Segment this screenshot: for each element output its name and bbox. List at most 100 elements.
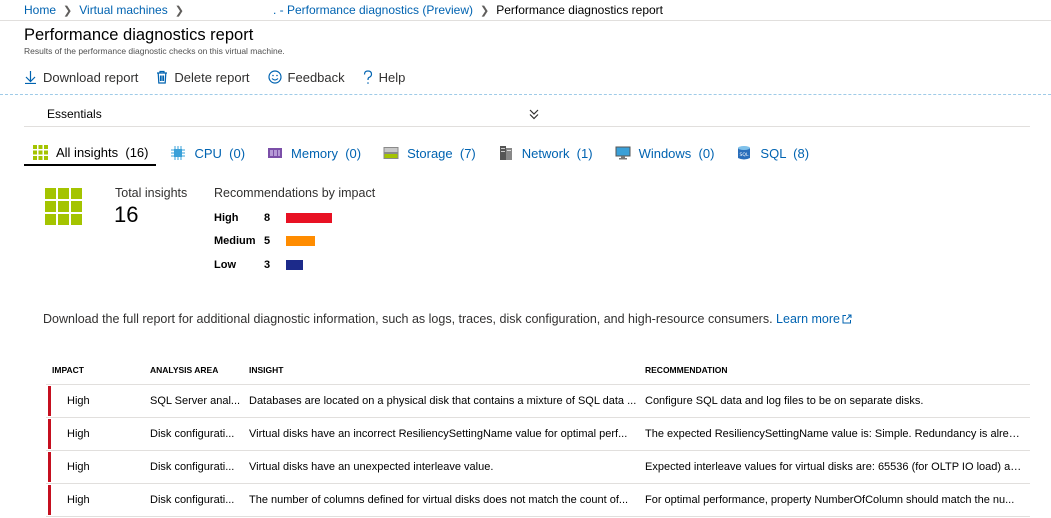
table-row[interactable]: High SQL Server anal... Databases are lo… — [46, 385, 1030, 418]
impact-row-low: Low 3 — [214, 258, 303, 272]
double-chevron-down-icon[interactable] — [528, 107, 540, 121]
breadcrumb-virtual-machines[interactable]: Virtual machines — [79, 3, 168, 17]
high-impact-indicator — [48, 386, 51, 416]
cpu-icon — [170, 145, 186, 161]
impact-bar — [286, 236, 315, 246]
download-report-label: Download report — [43, 69, 139, 85]
cell-impact: High — [67, 461, 90, 473]
cell-recommendation: Configure SQL data and log files to be o… — [645, 395, 924, 407]
table-header: IMPACT ANALYSIS AREA INSIGHT RECOMMENDAT… — [46, 356, 1030, 385]
cell-impact: High — [67, 395, 90, 407]
network-icon — [498, 145, 514, 161]
smiley-icon — [267, 70, 282, 84]
feedback-button[interactable]: Feedback — [267, 69, 345, 85]
impact-count: 3 — [264, 259, 271, 271]
table-row[interactable]: High Disk configurati... Virtual disks h… — [46, 418, 1030, 451]
download-report-button[interactable]: Download report — [24, 70, 138, 85]
column-header-analysis-area[interactable]: ANALYSIS AREA — [150, 365, 249, 375]
cell-analysis-area: Disk configurati... — [150, 494, 235, 506]
high-impact-indicator — [48, 485, 51, 515]
cell-recommendation: The expected ResiliencySettingName value… — [645, 428, 1030, 440]
column-header-recommendation[interactable]: RECOMMENDATION — [645, 365, 1030, 375]
cell-insight: Databases are located on a physical disk… — [249, 395, 637, 407]
impact-row-medium: Medium 5 — [214, 234, 315, 248]
tab-memory[interactable]: Memory (0) — [259, 140, 369, 166]
grid-icon — [32, 144, 48, 160]
cell-recommendation: For optimal performance, property Number… — [645, 494, 1015, 506]
total-insights-label: Total insights — [115, 186, 188, 200]
impact-name: Medium — [214, 235, 256, 247]
header-divider — [0, 20, 1051, 21]
help-label: Help — [378, 69, 406, 85]
tab-sql[interactable]: SQL SQL (8) — [728, 140, 817, 166]
tab-cpu[interactable]: CPU (0) — [162, 140, 253, 166]
cell-insight: Virtual disks have an incorrect Resilien… — [249, 428, 628, 440]
impact-name: Low — [214, 259, 236, 271]
feedback-label: Feedback — [287, 69, 345, 85]
tab-sql-label: SQL (8) — [760, 145, 810, 161]
storage-icon — [383, 145, 399, 161]
cell-recommendation: Expected interleave values for virtual d… — [645, 461, 1030, 473]
high-impact-indicator — [48, 419, 51, 449]
impact-count: 5 — [264, 235, 271, 247]
chevron-right-icon: ❯ — [63, 4, 73, 17]
question-icon — [363, 69, 372, 84]
total-insights-value: 16 — [114, 202, 139, 227]
essentials-divider — [24, 126, 1030, 127]
memory-icon — [267, 145, 283, 161]
toolbar-divider — [0, 94, 1051, 95]
command-bar: Download report Delete report Feedback H… — [24, 67, 423, 87]
table-row[interactable]: High Disk configurati... The number of c… — [46, 484, 1030, 517]
breadcrumb: Home ❯ Virtual machines ❯ . - Performanc… — [24, 2, 663, 18]
tab-all-insights[interactable]: All insights (16) — [24, 140, 157, 166]
impact-bar — [286, 260, 303, 270]
essentials-header[interactable]: Essentials — [47, 107, 102, 121]
breadcrumb-home[interactable]: Home — [24, 3, 56, 17]
impact-row-high: High 8 — [214, 211, 332, 225]
delete-report-label: Delete report — [174, 69, 250, 85]
impact-bar — [286, 213, 332, 223]
tab-all-insights-label: All insights (16) — [56, 144, 149, 160]
cell-analysis-area: Disk configurati... — [150, 428, 235, 440]
impact-name: High — [214, 212, 239, 224]
chevron-right-icon: ❯ — [174, 4, 184, 17]
sql-database-icon: SQL — [736, 145, 752, 161]
column-header-insight[interactable]: INSIGHT — [249, 365, 645, 375]
insight-tabs: All insights (16) CPU (0) Memory (0) Sto… — [24, 140, 823, 166]
page-title: Performance diagnostics report — [24, 26, 254, 44]
breadcrumb-current: Performance diagnostics report — [496, 3, 663, 17]
delete-report-button[interactable]: Delete report — [156, 69, 250, 85]
recommendations-by-impact-title: Recommendations by impact — [214, 186, 376, 200]
tab-network-label: Network (1) — [521, 145, 593, 161]
high-impact-indicator — [48, 452, 51, 482]
tab-windows[interactable]: Windows (0) — [607, 140, 723, 166]
chevron-right-icon: ❯ — [480, 4, 490, 17]
breadcrumb-performance-diagnostics[interactable]: . - Performance diagnostics (Preview) — [273, 3, 473, 17]
tab-windows-label: Windows (0) — [638, 145, 715, 161]
all-insights-grid-icon — [45, 188, 83, 226]
tab-cpu-label: CPU (0) — [194, 145, 246, 161]
cell-analysis-area: SQL Server anal... — [150, 395, 241, 407]
download-description: Download the full report for additional … — [43, 312, 852, 326]
download-description-text: Download the full report for additional … — [43, 312, 773, 326]
insights-table: IMPACT ANALYSIS AREA INSIGHT RECOMMENDAT… — [46, 356, 1030, 517]
external-link-icon — [842, 314, 852, 324]
table-row[interactable]: High Disk configurati... Virtual disks h… — [46, 451, 1030, 484]
cell-insight: The number of columns defined for virtua… — [249, 494, 629, 506]
impact-count: 8 — [264, 212, 271, 224]
download-icon — [25, 71, 36, 84]
cell-impact: High — [67, 428, 90, 440]
monitor-icon — [615, 145, 631, 161]
page-subtitle: Results of the performance diagnostic ch… — [24, 46, 285, 56]
tab-storage[interactable]: Storage (7) — [375, 140, 484, 166]
column-header-impact[interactable]: IMPACT — [46, 365, 150, 375]
tab-memory-label: Memory (0) — [291, 145, 362, 161]
tab-storage-label: Storage (7) — [407, 145, 476, 161]
trash-icon — [157, 70, 168, 84]
learn-more-link[interactable]: Learn more — [776, 312, 852, 326]
svg-text:SQL: SQL — [740, 152, 749, 158]
cell-insight: Virtual disks have an unexpected interle… — [249, 461, 494, 473]
tab-network[interactable]: Network (1) — [490, 140, 601, 166]
help-button[interactable]: Help — [363, 69, 406, 85]
cell-analysis-area: Disk configurati... — [150, 461, 235, 473]
